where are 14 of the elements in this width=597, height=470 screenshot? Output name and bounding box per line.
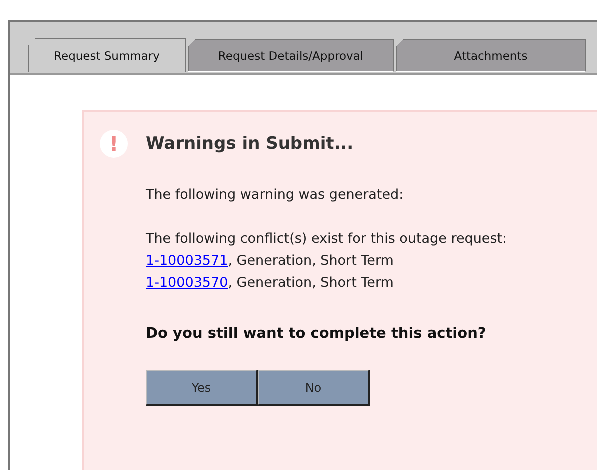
warning-title: Warnings in Submit... [146,134,355,154]
warning-message: The following warning was generated: [146,186,405,205]
conflict-description: , Generation, Short Term [228,253,394,269]
no-button[interactable]: No [258,370,370,406]
conflict-link[interactable]: 1-10003571 [146,253,228,269]
tab[interactable]: Attachments [396,39,586,72]
tab[interactable]: Request Summary [28,38,186,72]
tab[interactable]: Request Details/Approval [188,39,394,72]
exclamation-icon: ! [100,130,128,158]
confirm-question: Do you still want to complete this action? [146,326,488,342]
conflicts-intro: The following conflict(s) exist for this outage request: [146,230,508,249]
conflict-description: , Generation, Short Term [228,275,394,291]
conflict-link[interactable]: 1-10003570 [146,275,228,291]
yes-button[interactable]: Yes [146,370,258,406]
